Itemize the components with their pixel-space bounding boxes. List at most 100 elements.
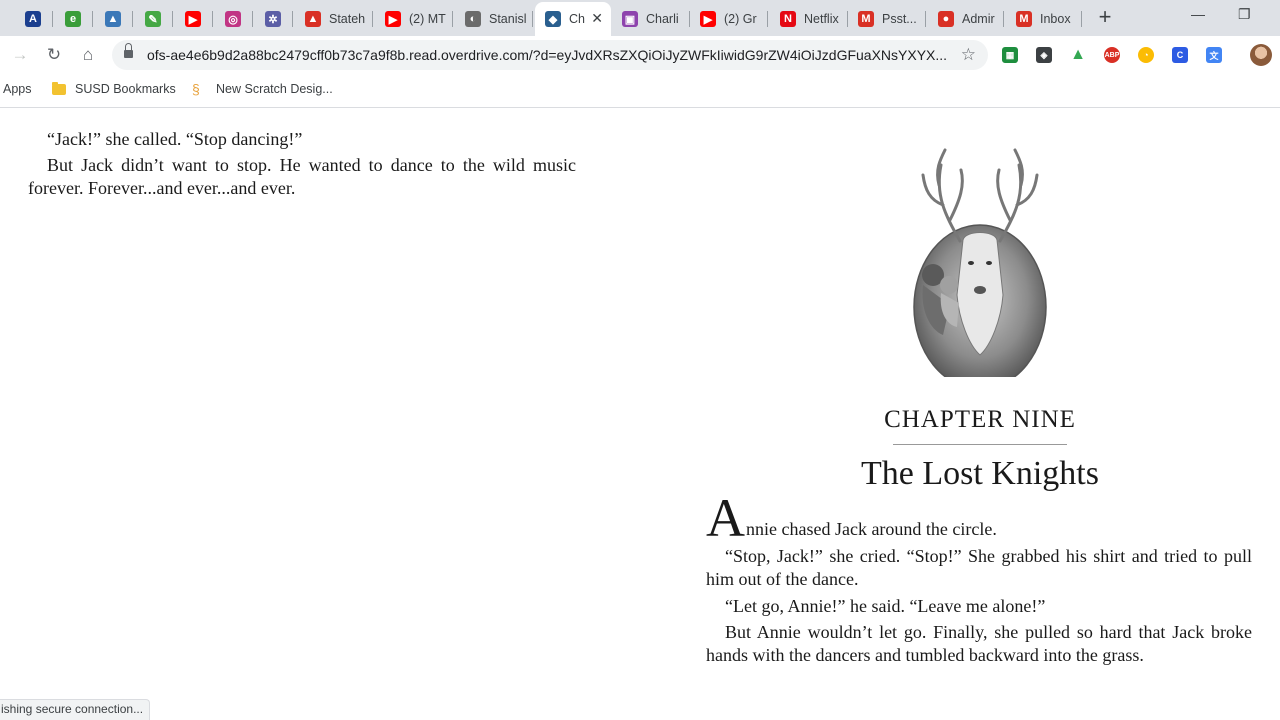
tab-separator: [767, 11, 768, 27]
tab-separator: [52, 11, 53, 27]
folder-icon: [52, 81, 66, 95]
tab-title: Inbox: [1040, 12, 1071, 26]
adblock-icon[interactable]: ABP: [1104, 47, 1120, 63]
apple-icon: ▲: [305, 11, 321, 27]
browser-tab[interactable]: ▶ (2) Gr: [690, 2, 768, 36]
browser-tab[interactable]: M Psst...: [848, 2, 926, 36]
adobe-icon: A: [25, 11, 41, 27]
browser-tab[interactable]: ▣ Charli: [612, 2, 690, 36]
first-line-text: nnie chased Jack around the circle.: [746, 519, 997, 539]
grammar-icon: e: [65, 11, 81, 27]
tab-title: Netflix: [804, 12, 839, 26]
translate-extension-icon[interactable]: 文: [1206, 47, 1222, 63]
python-icon: ▲: [105, 11, 121, 27]
bookmark-apps[interactable]: Apps: [3, 82, 32, 96]
browser-toolbar: → ↻ ⌂ ofs-ae4e6b9d2a88bc2479cff0b73c7a9f…: [0, 36, 1280, 76]
back-icon[interactable]: →: [10, 45, 30, 65]
tab-separator: [1003, 11, 1004, 27]
browser-tab[interactable]: ▲: [95, 2, 133, 36]
browser-tab[interactable]: ◎: [215, 2, 253, 36]
chapter-number: CHAPTER NINE: [884, 406, 1076, 433]
shield-icon: ◐: [465, 11, 481, 27]
youtube-icon: ▶: [700, 11, 716, 27]
shield-extension-icon[interactable]: ◈: [1036, 47, 1052, 63]
tab-separator: [372, 11, 373, 27]
browser-tab[interactable]: ● Admir: [928, 2, 1004, 36]
book-cover-icon: ▣: [622, 11, 638, 27]
right-page-paragraph: “Let go, Annie!” he said. “Leave me alon…: [725, 596, 1046, 616]
tab-separator: [1081, 11, 1082, 27]
status-bar: ishing secure connection...: [0, 699, 151, 720]
tab-separator: [92, 11, 93, 27]
tab-separator: [532, 11, 533, 27]
new-tab-button[interactable]: +: [1094, 5, 1116, 29]
bookmark-susd[interactable]: SUSD Bookmarks: [52, 81, 176, 96]
tab-separator: [452, 11, 453, 27]
youtube-icon: ▶: [385, 11, 401, 27]
drop-cap: A: [706, 488, 745, 548]
overdrive-icon: ◆: [545, 11, 561, 27]
gmail-icon: M: [1016, 11, 1032, 27]
browser-tab[interactable]: e: [55, 2, 93, 36]
browser-tab[interactable]: ▶: [175, 2, 213, 36]
tab-separator: [172, 11, 173, 27]
reload-icon[interactable]: ↻: [44, 45, 64, 65]
lock-icon[interactable]: [124, 43, 133, 58]
minimize-icon[interactable]: —: [1191, 6, 1205, 22]
tab-strip: Ae ▲ ✎ ▶ ◎ ✲ ▲ Stateh ▶ (2) MT ◐ Stanisl ◆ Ch ✕ ▣ Charli…: [0, 0, 1280, 36]
bookmark-new-scratch[interactable]: § New Scratch Desig...: [192, 82, 333, 96]
address-bar[interactable]: ofs-ae4e6b9d2a88bc2479cff0b73c7a9f8b.rea…: [112, 40, 988, 70]
bookmark-label: Apps: [3, 82, 32, 96]
browser-tab[interactable]: ✎: [135, 2, 173, 36]
bookmark-label: SUSD Bookmarks: [75, 82, 176, 96]
tab-separator: [252, 11, 253, 27]
url-text[interactable]: ofs-ae4e6b9d2a88bc2479cff0b73c7a9f8b.rea…: [147, 47, 947, 63]
browser-tab[interactable]: ▶ (2) MT: [375, 2, 453, 36]
chapter-divider: [893, 444, 1067, 445]
restore-icon[interactable]: ❐: [1238, 6, 1251, 23]
tab-separator: [925, 11, 926, 27]
tab-title: Psst...: [882, 12, 917, 26]
bookmark-label: New Scratch Desig...: [216, 82, 333, 96]
youtube-icon: ▶: [185, 11, 201, 27]
bookmarks-bar: Apps SUSD Bookmarks § New Scratch Desig.…: [0, 76, 1280, 108]
browser-tab[interactable]: A: [15, 2, 53, 36]
left-page-paragraph: “Jack!” she called. “Stop dancing!”: [47, 129, 303, 149]
bookmark-star-icon[interactable]: ☆: [961, 45, 976, 65]
browser-tab[interactable]: M Inbox: [1006, 2, 1082, 36]
close-tab-icon[interactable]: ✕: [591, 10, 603, 27]
left-page-paragraph: But Jack didn’t want to stop. He wanted …: [28, 155, 576, 198]
right-page-paragraph: Annie chased Jack around the circle.: [706, 488, 1252, 548]
record-icon: ●: [938, 11, 954, 27]
browser-tab[interactable]: ◆ Ch ✕: [535, 2, 611, 36]
ebook-reader: “Jack!” she called. “Stop dancing!” But …: [0, 109, 1280, 699]
browser-tab[interactable]: ◐ Stanisl: [455, 2, 533, 36]
tab-title: Ch: [569, 12, 585, 26]
tab-title: (2) MT: [409, 12, 446, 26]
right-page-paragraph: “Stop, Jack!” she cried. “Stop!” She gra…: [706, 546, 1252, 589]
tab-separator: [212, 11, 213, 27]
gmail-icon: M: [858, 11, 874, 27]
tab-title: Stanisl: [489, 12, 527, 26]
profile-avatar[interactable]: [1250, 44, 1272, 66]
classroom-extension-icon[interactable]: C: [1172, 47, 1188, 63]
browser-tab[interactable]: ▲ Stateh: [295, 2, 373, 36]
browser-tab[interactable]: ✲: [255, 2, 293, 36]
drive-extension-icon[interactable]: ▲: [1070, 46, 1086, 63]
browser-tab[interactable]: N Netflix: [770, 2, 848, 36]
home-icon[interactable]: ⌂: [78, 45, 98, 65]
scratch-icon: §: [192, 81, 200, 97]
deer-illustration: [913, 148, 1047, 377]
netflix-icon: N: [780, 11, 796, 27]
flower-icon: ✲: [265, 11, 281, 27]
leaf-icon: ✎: [145, 11, 161, 27]
tab-title: Charli: [646, 12, 679, 26]
tab-title: Admir: [962, 12, 995, 26]
google-extension-icon[interactable]: ◔: [1138, 47, 1154, 63]
tab-separator: [292, 11, 293, 27]
tab-title: Stateh: [329, 12, 366, 26]
sheets-extension-icon[interactable]: ▦: [1002, 47, 1018, 63]
chapter-title: The Lost Knights: [861, 455, 1099, 492]
right-page-paragraph: But Annie wouldn’t let go. Finally, she …: [706, 622, 1252, 665]
tab-title: (2) Gr: [724, 12, 757, 26]
